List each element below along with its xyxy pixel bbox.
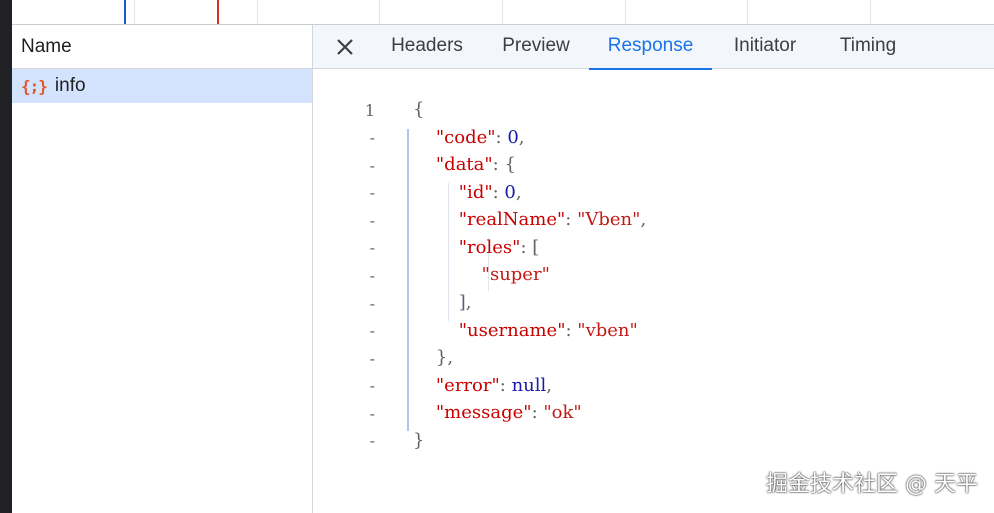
details-tabbar: Headers Preview Response Initiator Timin… [313, 25, 994, 70]
fold-marker[interactable]: - [313, 128, 375, 147]
json-value: Vben [585, 209, 633, 230]
fold-marker[interactable]: - [313, 183, 375, 202]
json-value: vben [585, 320, 630, 341]
fold-marker[interactable]: - [313, 294, 375, 313]
code-line: "error": null, [435, 375, 552, 396]
timeline-gridline [747, 0, 748, 24]
fold-marker[interactable]: - [313, 211, 375, 230]
line-number: 1 [364, 101, 375, 120]
fold-marker[interactable]: - [313, 238, 375, 257]
request-list: Name {;} info [12, 25, 313, 513]
code-line: "data": { [435, 154, 516, 175]
json-value: 0 [504, 182, 516, 203]
request-details-pane: Headers Preview Response Initiator Timin… [313, 25, 994, 513]
code-line: { [413, 99, 425, 120]
waterfall-overview[interactable] [12, 0, 994, 25]
dom-content-loaded-marker [124, 0, 126, 24]
request-row[interactable]: {;} info [12, 69, 312, 103]
code-line: "roles": [ [458, 237, 540, 258]
fold-marker[interactable]: - [313, 349, 375, 368]
code-line: } [413, 430, 425, 451]
timeline-gridline [134, 0, 135, 24]
name-column-label: Name [21, 35, 72, 57]
tab-headers[interactable]: Headers [379, 25, 475, 69]
fold-marker[interactable]: - [313, 156, 375, 175]
timeline-gridline [502, 0, 503, 24]
json-value: super [489, 264, 542, 285]
json-value: null [511, 375, 547, 396]
fold-marker[interactable]: - [313, 404, 375, 423]
timeline-gridline [625, 0, 626, 24]
tab-timing[interactable]: Timing [825, 25, 911, 69]
json-value: 0 [507, 127, 519, 148]
code-line: "realName": "Vben", [458, 209, 647, 230]
timeline-gridline [379, 0, 380, 24]
fold-marker[interactable]: - [313, 431, 375, 450]
timeline-gridline [870, 0, 871, 24]
json-file-icon: {;} [21, 76, 48, 96]
code-line: }, [435, 347, 454, 368]
code-line: "code": 0, [435, 127, 525, 148]
indent-guide [407, 129, 409, 431]
name-column-header[interactable]: Name [12, 25, 312, 69]
tab-preview[interactable]: Preview [489, 25, 583, 69]
watermark: 掘金技术社区 @ 天平 [766, 472, 978, 497]
code-line: "message": "ok" [435, 402, 582, 423]
load-event-marker [217, 0, 219, 24]
code-line: "username": "vben" [458, 320, 638, 341]
window-edge [0, 0, 12, 513]
close-icon[interactable] [332, 34, 358, 60]
tab-initiator[interactable]: Initiator [718, 25, 812, 69]
response-code-viewer[interactable]: 1 - - - - - - - - - - - - { "code": 0, "… [313, 87, 994, 467]
json-value: ok [551, 402, 574, 423]
fold-marker[interactable]: - [313, 266, 375, 285]
code-line: ], [458, 292, 472, 313]
code-line: "super" [481, 264, 550, 285]
request-name: info [54, 75, 86, 96]
code-line: "id": 0, [458, 182, 522, 203]
fold-marker[interactable]: - [313, 376, 375, 395]
tab-response[interactable]: Response [589, 25, 712, 70]
fold-marker[interactable]: - [313, 321, 375, 340]
timeline-gridline [257, 0, 258, 24]
